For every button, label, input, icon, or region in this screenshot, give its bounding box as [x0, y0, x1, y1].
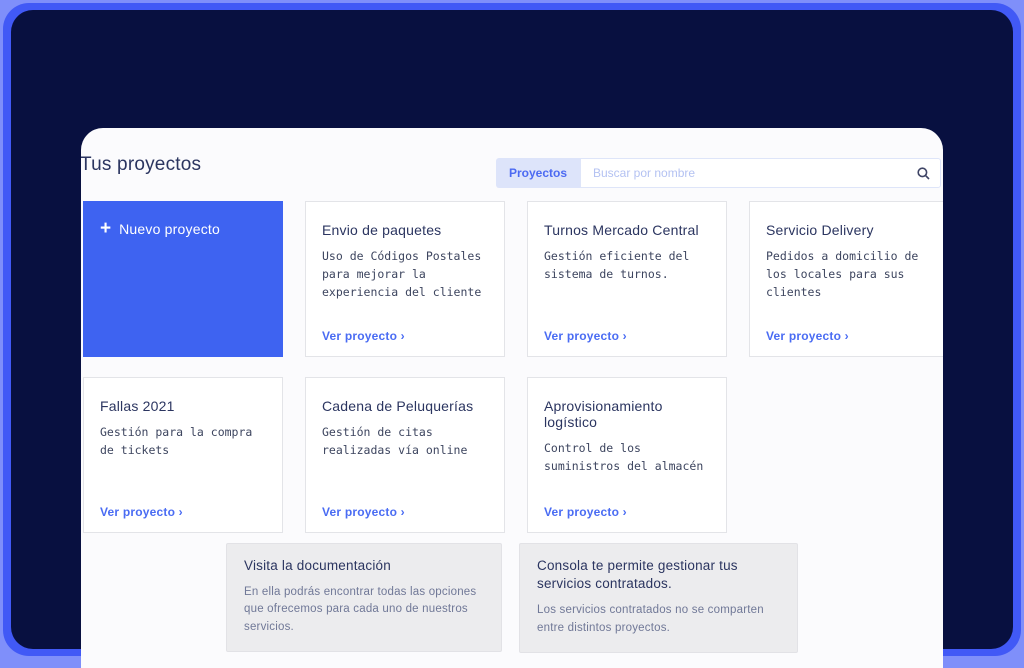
- view-project-link[interactable]: Ver proyecto ›: [766, 329, 849, 343]
- project-card: Turnos Mercado Central Gestión eficiente…: [527, 201, 727, 357]
- project-card: Servicio Delivery Pedidos a domicilio de…: [749, 201, 943, 357]
- new-project-label: Nuevo proyecto: [119, 221, 220, 237]
- project-description: Gestión de citas realizadas vía online: [322, 425, 468, 457]
- project-card: Envio de paquetes Uso de Códigos Postale…: [305, 201, 505, 357]
- plus-icon: +: [100, 218, 112, 239]
- project-description: Gestión eficiente del sistema de turnos.: [544, 249, 690, 281]
- project-card: Aprovisionamiento logístico Control de l…: [527, 377, 727, 533]
- project-title: Servicio Delivery: [766, 222, 874, 238]
- search-icon[interactable]: [917, 166, 930, 180]
- page-title: Tus proyectos: [81, 154, 202, 175]
- info-box-title: Consola te permite gestionar tus servici…: [537, 558, 738, 592]
- projects-panel: Tus proyectos Proyectos + Nuevo proyecto…: [81, 128, 943, 668]
- console-info-box: Consola te permite gestionar tus servici…: [519, 543, 798, 653]
- view-project-link[interactable]: Ver proyecto ›: [322, 505, 405, 519]
- project-description: Uso de Códigos Postales para mejorar la …: [322, 249, 482, 299]
- new-project-card[interactable]: + Nuevo proyecto: [83, 201, 283, 357]
- search-field-container: [580, 158, 941, 188]
- search-bar: Proyectos: [495, 158, 941, 188]
- project-description: Pedidos a domicilio de los locales para …: [766, 249, 919, 299]
- search-scope-tab[interactable]: Proyectos: [495, 158, 580, 188]
- project-title: Envio de paquetes: [322, 222, 442, 238]
- view-project-link[interactable]: Ver proyecto ›: [544, 329, 627, 343]
- project-title: Fallas 2021: [100, 398, 175, 414]
- project-description: Control de los suministros del almacén: [544, 441, 704, 473]
- project-description: Gestión para la compra de tickets: [100, 425, 253, 457]
- view-project-link[interactable]: Ver proyecto ›: [322, 329, 405, 343]
- view-project-link[interactable]: Ver proyecto ›: [100, 505, 183, 519]
- documentation-info-box: Visita la documentación En ella podrás e…: [226, 543, 502, 652]
- project-card: Cadena de Peluquerías Gestión de citas r…: [305, 377, 505, 533]
- info-box-title: Visita la documentación: [244, 558, 391, 573]
- project-title: Aprovisionamiento logístico: [544, 398, 663, 430]
- view-project-link[interactable]: Ver proyecto ›: [544, 505, 627, 519]
- info-box-description: Los servicios contratados no se comparte…: [537, 604, 764, 634]
- info-box-description: En ella podrás encontrar todas las opcio…: [244, 586, 477, 633]
- search-input[interactable]: [591, 165, 917, 181]
- project-title: Cadena de Peluquerías: [322, 398, 474, 414]
- info-boxes-row: Visita la documentación En ella podrás e…: [81, 543, 943, 653]
- project-title: Turnos Mercado Central: [544, 222, 699, 238]
- project-card: Fallas 2021 Gestión para la compra de ti…: [83, 377, 283, 533]
- project-cards-grid: + Nuevo proyecto Envio de paquetes Uso d…: [83, 201, 943, 533]
